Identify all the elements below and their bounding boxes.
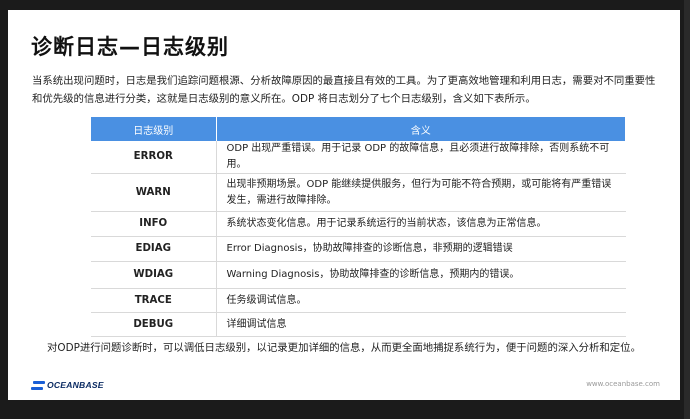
site-url: www.oceanbase.com (586, 380, 660, 388)
level-cell: EDIAG (91, 236, 217, 262)
level-cell: WDIAG (91, 261, 217, 289)
table-row: ERROR ODP 出现严重错误。用于记录 ODP 的故障信息，且必须进行故障排… (91, 141, 626, 174)
table-row: TRACE 任务级调试信息。 (91, 288, 626, 313)
table-row: INFO 系统状态变化信息。用于记录系统运行的当前状态，该信息为正常信息。 (91, 211, 626, 237)
meaning-cell: Error Diagnosis，协助故障排查的诊断信息，非预期的逻辑错误 (216, 236, 626, 262)
meaning-cell: 详细调试信息 (216, 312, 626, 337)
meaning-cell: ODP 出现严重错误。用于记录 ODP 的故障信息，且必须进行故障排除，否则系统… (216, 141, 626, 174)
log-level-table: 日志级别 含义 ERROR ODP 出现严重错误。用于记录 ODP 的故障信息，… (91, 117, 626, 337)
level-cell: DEBUG (91, 312, 217, 337)
level-cell: WARN (91, 173, 217, 212)
meaning-cell: 出现非预期场景。ODP 能继续提供服务，但行为可能不符合预期，或可能将有严重错误… (216, 173, 626, 212)
meaning-cell: 系统状态变化信息。用于记录系统运行的当前状态，该信息为正常信息。 (216, 211, 626, 237)
level-cell: TRACE (91, 288, 217, 313)
footnote: 对ODP进行问题诊断时，可以调低日志级别，以记录更加详细的信息，从而更全面地捕捉… (47, 342, 641, 354)
table-row: WARN 出现非预期场景。ODP 能继续提供服务，但行为可能不符合预期，或可能将… (91, 173, 626, 212)
level-cell: ERROR (91, 141, 217, 174)
oceanbase-logo: OCEANBASE (31, 379, 104, 391)
oceanbase-logo-icon (31, 380, 45, 390)
logo-text: OCEANBASE (47, 380, 104, 390)
level-cell: INFO (91, 211, 217, 237)
table-header-row: 日志级别 含义 (91, 117, 626, 141)
table-row: DEBUG 详细调试信息 (91, 312, 626, 337)
window-edge (684, 0, 690, 419)
meaning-cell: 任务级调试信息。 (216, 288, 626, 313)
table-row: EDIAG Error Diagnosis，协助故障排查的诊断信息，非预期的逻辑… (91, 236, 626, 262)
header-level: 日志级别 (91, 117, 217, 141)
table-row: WDIAG Warning Diagnosis，协助故障排查的诊断信息，预期内的… (91, 261, 626, 289)
slide: 诊断日志—日志级别 当系统出现问题时，日志是我们追踪问题根源、分析故障原因的最直… (8, 10, 680, 400)
slide-title: 诊断日志—日志级别 (31, 35, 229, 59)
header-meaning: 含义 (216, 117, 626, 141)
meaning-cell: Warning Diagnosis，协助故障排查的诊断信息，预期内的错误。 (216, 261, 626, 289)
intro-paragraph: 当系统出现问题时，日志是我们追踪问题根源、分析故障原因的最直接且有效的工具。为了… (32, 75, 656, 105)
